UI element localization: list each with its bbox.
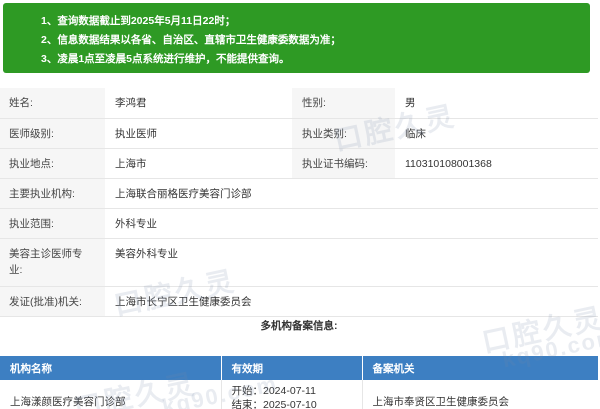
multi-registration-title: 多机构备案信息: [260,320,338,332]
registration-start: 开始：2024-07-11 [231,385,316,397]
notice-line-1: 1、查询数据截止到2025年5月11日22时； [41,15,236,27]
institution-label: 主要执业机构: [0,178,105,209]
header-period: 有效期 [221,356,363,380]
cert-label: 执业证书编码: [292,148,395,179]
registration-header-row: 机构名称 有效期 备案机关 [0,356,598,380]
cosmetic-value: 美容外科专业 [105,238,598,287]
category-value: 临床 [395,118,598,149]
name-value: 李鸿君 [105,88,292,119]
name-label: 姓名: [0,88,105,119]
row-issuer: 发证(批准)机关: 上海市长宁区卫生健康委员会 [0,286,598,317]
gender-value: 男 [395,88,598,119]
query-notice-banner: 1、查询数据截止到2025年5月11日22时； 2、信息数据结果以各省、自治区、… [3,3,590,73]
category-label: 执业类别: [292,118,395,149]
doctor-info-page: 1、查询数据截止到2025年5月11日22时； 2、信息数据结果以各省、自治区、… [0,0,600,409]
table-row: 上海漾颜医疗美容门诊部 开始：2024-07-11 结束：2025-07-10 … [0,380,598,409]
cert-value: 110310108001368 [395,148,598,179]
notice-line-3: 3、凌晨1点至凌晨5点系统进行维护，不能提供查询。 [41,53,290,65]
registration-authority: 上海市奉贤区卫生健康委员会 [372,396,510,408]
row-location-cert: 执业地点: 上海市 执业证书编码: 110310108001368 [0,148,598,179]
cosmetic-label: 美容主诊医师专业: [0,238,105,287]
scope-label: 执业范围: [0,208,105,239]
issuer-value: 上海市长宁区卫生健康委员会 [105,286,598,317]
row-cosmetic: 美容主诊医师专业: 美容外科专业 [0,238,598,287]
row-scope: 执业范围: 外科专业 [0,208,598,239]
scope-value: 外科专业 [105,208,598,239]
registration-end: 结束：2025-07-10 [231,399,317,409]
doctor-info-table: 姓名: 李鸿君 性别: 男 医师级别: 执业医师 执业类别: 临床 执业地点: … [0,88,598,317]
notice-line-2: 2、信息数据结果以各省、自治区、直辖市卫生健康委数据为准； [41,34,341,46]
level-value: 执业医师 [105,118,292,149]
level-label: 医师级别: [0,118,105,149]
header-authority: 备案机关 [362,356,598,380]
location-value: 上海市 [105,148,292,179]
institution-value: 上海联合丽格医疗美容门诊部 [105,178,598,209]
gender-label: 性别: [292,88,395,119]
registration-period: 开始：2024-07-11 结束：2025-07-10 [221,380,363,409]
registration-org: 上海漾颜医疗美容门诊部 [0,380,222,409]
row-institution: 主要执业机构: 上海联合丽格医疗美容门诊部 [0,178,598,209]
header-org: 机构名称 [0,356,222,380]
row-name-gender: 姓名: 李鸿君 性别: 男 [0,88,598,119]
multi-registration-table: 机构名称 有效期 备案机关 上海漾颜医疗美容门诊部 开始：2024-07-11 … [0,356,598,409]
row-level-category: 医师级别: 执业医师 执业类别: 临床 [0,118,598,149]
issuer-label: 发证(批准)机关: [0,286,105,317]
location-label: 执业地点: [0,148,105,179]
